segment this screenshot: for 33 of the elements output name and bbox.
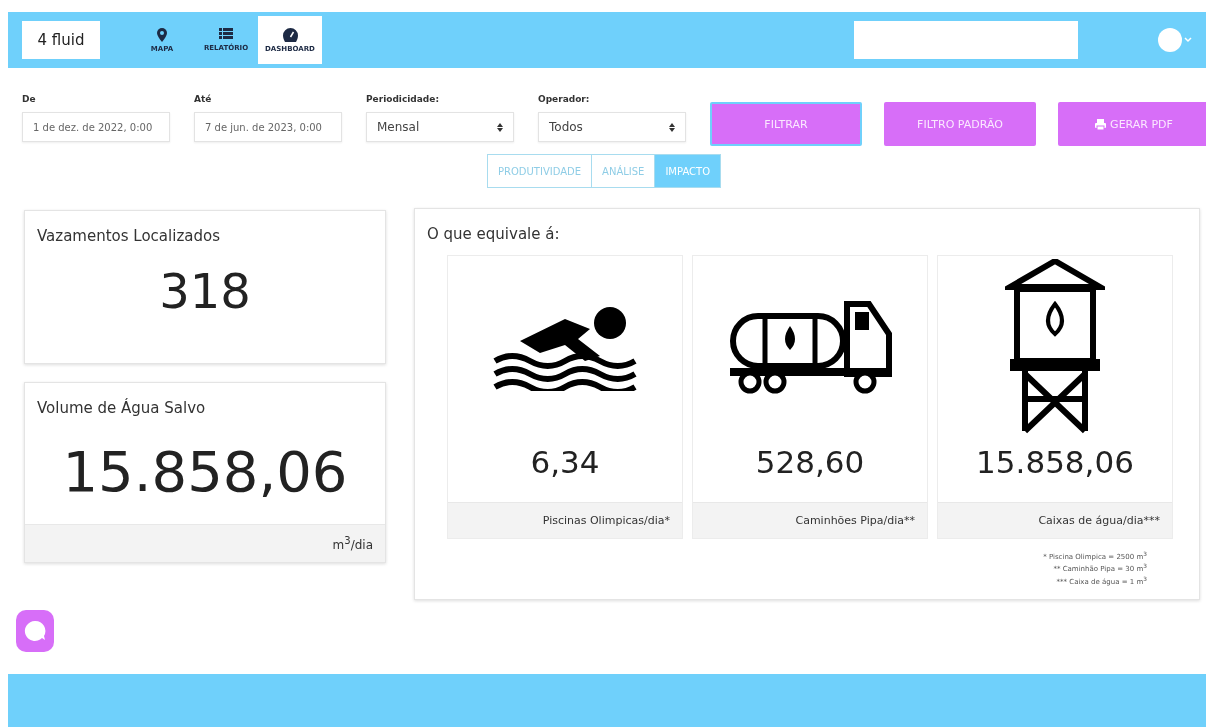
equivalent-caption: Piscinas Olimpicas/dia* bbox=[448, 502, 682, 538]
panel-title: O que equivale á: bbox=[427, 224, 561, 245]
equivalent-value: 15.858,06 bbox=[975, 443, 1135, 482]
chat-button[interactable] bbox=[16, 610, 54, 652]
map-pin-icon bbox=[157, 27, 167, 42]
list-icon bbox=[219, 28, 233, 41]
sort-arrows-icon bbox=[669, 122, 675, 132]
stat-value: 318 bbox=[158, 262, 252, 321]
stat-value: 15.858,06 bbox=[61, 438, 349, 506]
stat-title: Vazamentos Localizados bbox=[36, 226, 221, 245]
field-label: Até bbox=[194, 94, 213, 104]
date-field[interactable]: 7 de jun. de 2023, 0:00 bbox=[194, 112, 342, 142]
stat-unit: m$^{3}$/dia bbox=[25, 524, 385, 562]
equivalent-value: 6,34 bbox=[529, 443, 601, 482]
sort-arrows-icon bbox=[497, 122, 503, 132]
field-label: Periodicidade: bbox=[366, 94, 440, 104]
equivalent-caption: Caixas de água/dia*** bbox=[938, 502, 1172, 538]
equivalent-caption: Caminhões Pipa/dia** bbox=[693, 502, 927, 538]
print-icon bbox=[1095, 118, 1107, 130]
field-label: De bbox=[22, 94, 37, 104]
select-field[interactable]: Mensal bbox=[366, 112, 514, 142]
chat-bubble-icon bbox=[23, 619, 47, 643]
field-label: Operador: bbox=[538, 94, 591, 104]
equivalent-value: 528,60 bbox=[754, 443, 866, 482]
stat-title: Volume de Água Salvo bbox=[36, 397, 207, 417]
select-field[interactable]: Todos bbox=[538, 112, 686, 142]
caret-icon[interactable] bbox=[1184, 37, 1192, 43]
water-tower-icon bbox=[1005, 258, 1105, 434]
date-field[interactable]: 1 de dez. de 2022, 0:00 bbox=[22, 112, 170, 142]
logo[interactable]: 4 fluid bbox=[22, 21, 100, 59]
avatar[interactable] bbox=[1158, 28, 1182, 52]
gauge-icon bbox=[282, 27, 298, 42]
search-field[interactable] bbox=[854, 21, 1078, 59]
